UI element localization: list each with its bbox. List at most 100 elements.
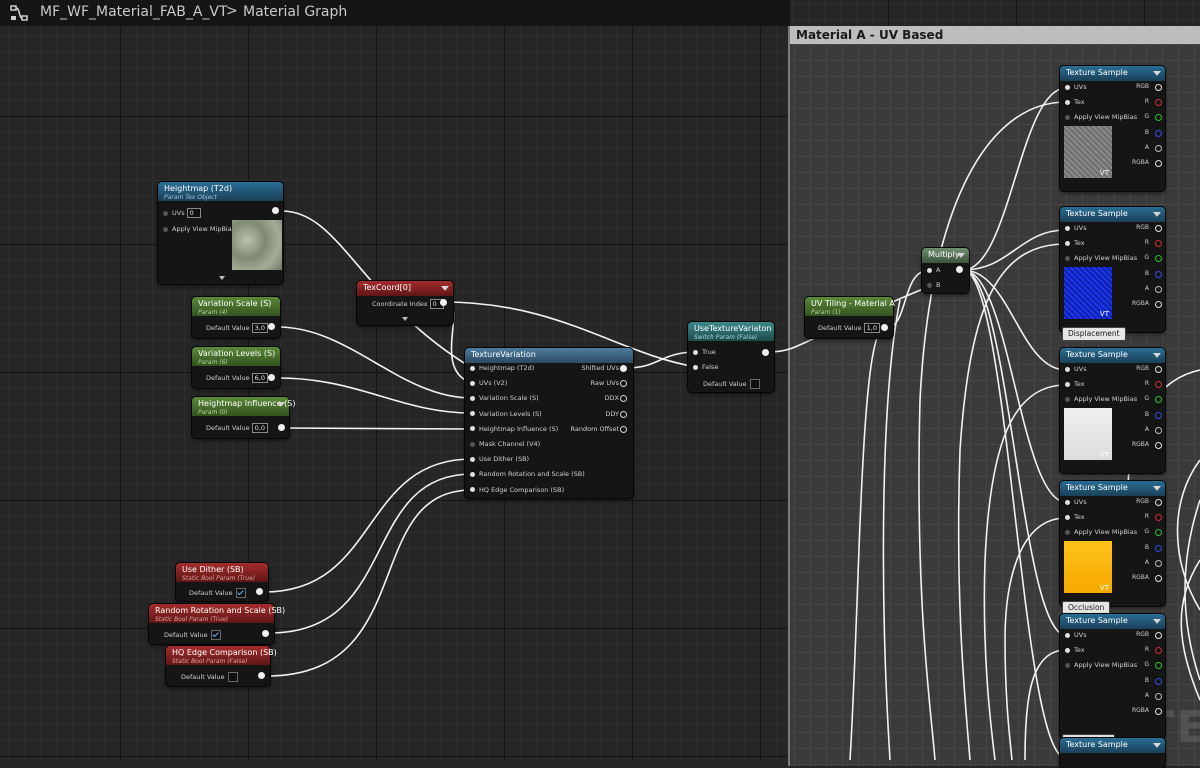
output-pin[interactable]	[262, 630, 269, 637]
input-pin[interactable]: Apply View MipBias	[1065, 528, 1137, 537]
node-hq-edge[interactable]: HQ Edge Comparison (SB)Static Bool Param…	[166, 646, 270, 686]
input-pin[interactable]: Random Rotation and Scale (SB)	[470, 470, 585, 479]
output-pin[interactable]	[1155, 442, 1162, 449]
node-variation-scale[interactable]: Variation Scale (S)Param (4) Default Val…	[192, 297, 280, 338]
output-pin[interactable]	[1155, 560, 1162, 567]
output-pin[interactable]	[1155, 678, 1162, 685]
breadcrumb-current[interactable]: Material Graph	[243, 4, 347, 20]
output-pin[interactable]	[258, 672, 265, 679]
output-pin[interactable]	[1155, 412, 1162, 419]
output-pin[interactable]	[881, 324, 888, 331]
default-value-checkbox[interactable]	[750, 379, 760, 389]
node-uv-tiling[interactable]: UV Tiling - Material AParam (1) Default …	[805, 297, 893, 338]
default-value-checkbox[interactable]	[228, 672, 238, 682]
node-texcoord[interactable]: TexCoord[0] Coordinate Index0	[357, 281, 453, 325]
input-pin[interactable]: UVs (V2)	[470, 379, 507, 388]
output-pin[interactable]	[1155, 160, 1162, 167]
input-pin[interactable]: Apply View MipBias	[1065, 254, 1137, 263]
false-pin[interactable]: False	[693, 363, 718, 372]
node-texture-sample[interactable]: Texture SampleUVsTexApply View MipBiasRG…	[1060, 66, 1165, 191]
output-pin[interactable]	[272, 207, 279, 214]
chevron-down-icon[interactable]	[219, 276, 225, 280]
true-pin[interactable]: True	[693, 348, 716, 357]
input-pin[interactable]: Tex	[1065, 380, 1085, 389]
pin-preview-label[interactable]: Occlusion	[1062, 601, 1110, 615]
output-pin[interactable]	[1155, 114, 1162, 121]
output-pin[interactable]	[1155, 271, 1162, 278]
input-pin[interactable]: HQ Edge Comparison (SB)	[470, 486, 564, 495]
node-variation-levels[interactable]: Variation Levels (S)Param (6) Default Va…	[192, 347, 280, 388]
node-texture-sample[interactable]: Texture SampleUVsTexApply View MipBiasRG…	[1060, 348, 1165, 473]
default-value-checkbox[interactable]	[236, 588, 246, 598]
uvs-value[interactable]: 0	[187, 208, 201, 218]
input-pin[interactable]: Tex	[1065, 239, 1085, 248]
input-pin[interactable]: Tex	[1065, 646, 1085, 655]
input-pin[interactable]: Apply View MipBias	[1065, 661, 1137, 670]
chevron-down-icon[interactable]	[402, 317, 408, 321]
node-use-texture-variation[interactable]: UseTextureVariatonSwitch Param (False) T…	[688, 322, 774, 392]
default-value-field[interactable]: 3,0	[252, 323, 268, 333]
output-pin[interactable]	[1155, 366, 1162, 373]
node-texture-sample[interactable]: Texture SampleUVsTexApply View MipBiasRG…	[1060, 614, 1165, 739]
output-pin[interactable]	[1155, 396, 1162, 403]
default-value-field[interactable]: 1,0	[864, 323, 880, 333]
input-pin[interactable]: Apply View MipBias	[1065, 395, 1137, 404]
uvs-pin[interactable]: UVs0	[163, 208, 201, 218]
output-pin[interactable]	[620, 395, 627, 402]
output-pin[interactable]	[1155, 647, 1162, 654]
output-pin[interactable]	[1155, 84, 1162, 91]
input-pin[interactable]: UVs	[1065, 498, 1087, 507]
input-pin[interactable]: Variation Scale (S)	[470, 394, 539, 403]
output-pin[interactable]	[1155, 130, 1162, 137]
comment-title[interactable]: Material A - UV Based	[790, 26, 1200, 44]
input-pin[interactable]: Apply View MipBias	[1065, 113, 1137, 122]
output-pin[interactable]	[620, 426, 627, 433]
node-multiply[interactable]: Multiply A B	[922, 248, 969, 293]
input-pin[interactable]: Heightmap Influence (S)	[470, 425, 558, 434]
output-pin[interactable]	[256, 588, 263, 595]
output-pin[interactable]	[1155, 545, 1162, 552]
output-pin[interactable]	[1155, 514, 1162, 521]
input-pin[interactable]: Heightmap (T2d)	[470, 364, 534, 373]
output-pin[interactable]	[1155, 225, 1162, 232]
output-pin[interactable]	[762, 349, 769, 356]
default-value-checkbox[interactable]	[211, 630, 221, 640]
output-pin[interactable]	[1155, 499, 1162, 506]
b-pin[interactable]: B	[927, 281, 940, 290]
node-texture-sample[interactable]: Texture Sample	[1060, 738, 1165, 768]
input-pin[interactable]: UVs	[1065, 224, 1087, 233]
output-pin[interactable]	[1155, 286, 1162, 293]
output-pin[interactable]	[1155, 662, 1162, 669]
output-pin[interactable]	[1155, 632, 1162, 639]
a-pin[interactable]: A	[927, 266, 940, 275]
output-pin[interactable]	[1155, 99, 1162, 106]
output-pin[interactable]	[1155, 575, 1162, 582]
output-pin[interactable]	[620, 411, 627, 418]
output-pin[interactable]	[620, 365, 627, 372]
input-pin[interactable]: Variation Levels (S)	[470, 410, 542, 419]
node-texture-sample[interactable]: Texture SampleUVsTexApply View MipBiasRG…	[1060, 207, 1165, 332]
input-pin[interactable]: UVs	[1065, 365, 1087, 374]
output-pin[interactable]	[268, 323, 275, 330]
input-pin[interactable]: Use Dither (SB)	[470, 455, 529, 464]
output-pin[interactable]	[1155, 381, 1162, 388]
output-pin[interactable]	[440, 299, 447, 306]
mip-bias-pin[interactable]: Apply View MipBias	[163, 225, 235, 234]
default-value-field[interactable]: 0,0	[252, 423, 268, 433]
input-pin[interactable]: Tex	[1065, 513, 1085, 522]
output-pin[interactable]	[278, 424, 285, 431]
node-random-rotation[interactable]: Random Rotation and Scale (SB)Static Boo…	[149, 604, 274, 644]
output-pin[interactable]	[1155, 301, 1162, 308]
pin-preview-label[interactable]: Displacement	[1062, 327, 1126, 341]
node-texture-sample[interactable]: Texture SampleUVsTexApply View MipBiasRG…	[1060, 481, 1165, 606]
output-pin[interactable]	[620, 380, 627, 387]
input-pin[interactable]: UVs	[1065, 631, 1087, 640]
output-pin[interactable]	[956, 266, 963, 273]
breadcrumb-asset[interactable]: MF_WF_Material_FAB_A_VT	[40, 4, 228, 20]
node-heightmap[interactable]: Heightmap (T2d)Param Tex Object UVs0 App…	[158, 182, 283, 284]
default-value-field[interactable]: 6,0	[252, 373, 268, 383]
node-use-dither[interactable]: Use Dither (SB)Static Bool Param (True) …	[176, 563, 268, 601]
output-pin[interactable]	[1155, 708, 1162, 715]
output-pin[interactable]	[1155, 427, 1162, 434]
input-pin[interactable]: Tex	[1065, 98, 1085, 107]
